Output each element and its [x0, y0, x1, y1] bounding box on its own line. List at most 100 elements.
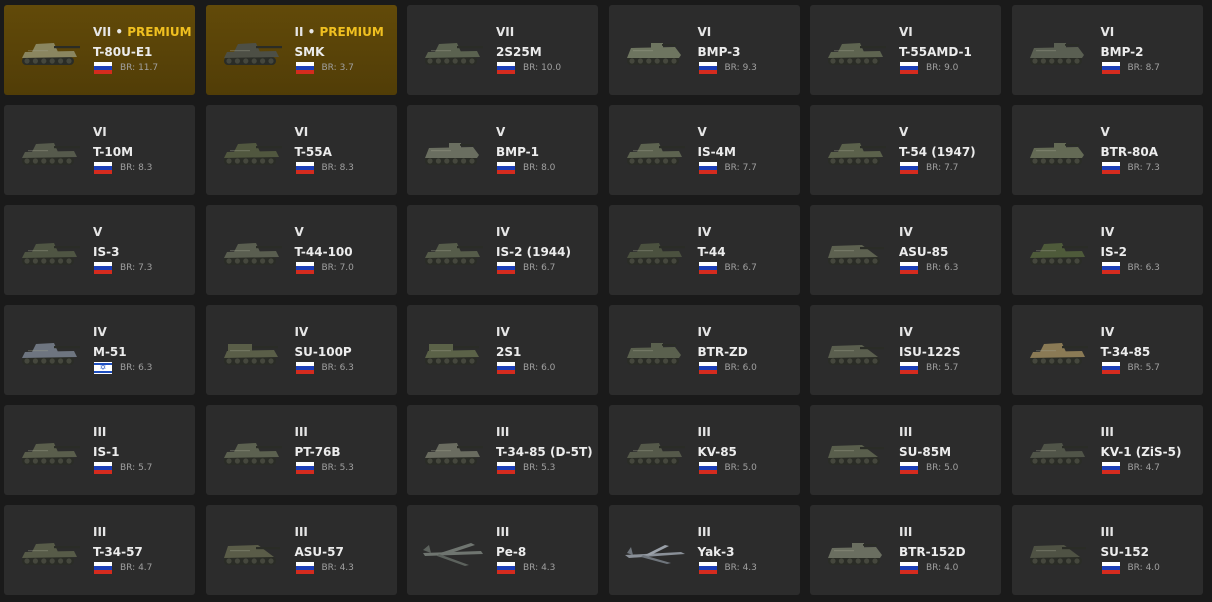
vehicle-meta: BR: 3.7: [295, 62, 395, 74]
vehicle-tier: IV: [1101, 225, 1201, 239]
vehicle-card[interactable]: IV IS-2 (1944) BR: 6.7: [407, 205, 598, 295]
br-value: 7.7: [742, 163, 757, 173]
tier-label: VI: [899, 25, 913, 39]
tank-icon: [828, 43, 886, 65]
tier-label: III: [1100, 525, 1114, 539]
br-value: 7.3: [1145, 163, 1160, 173]
vehicle-card[interactable]: VI T-55AMD-1 BR: 9.0: [810, 5, 1001, 95]
vehicle-info: IV ISU-122S BR: 5.7: [899, 325, 999, 374]
tank-destroyer-icon: [828, 245, 884, 265]
battle-rating: BR: 5.0: [725, 463, 757, 473]
vehicle-tier: III: [899, 425, 999, 439]
vehicle-card[interactable]: IV ASU-85 BR: 6.3: [810, 205, 1001, 295]
vehicle-card[interactable]: IV T-44 BR: 6.7: [608, 205, 800, 295]
br-prefix: BR:: [523, 263, 539, 273]
vehicle-tier: VI: [295, 125, 395, 139]
vehicle-card[interactable]: VI T-55A BR: 8.3: [205, 105, 397, 195]
vehicle-card[interactable]: III IS-1 BR: 5.7: [4, 405, 195, 495]
br-prefix: BR:: [523, 363, 539, 373]
vehicle-tier: IV: [295, 325, 395, 339]
vehicle-meta: BR: 11.7: [94, 62, 193, 74]
br-value: 7.7: [944, 163, 959, 173]
vehicle-info: III KV-1 (ZiS-5) BR: 4.7: [1101, 425, 1201, 474]
russia-flag-icon: [295, 162, 314, 174]
battle-rating: BR: 6.3: [120, 363, 152, 373]
tank-icon: [626, 143, 685, 165]
vehicle-name: KV-85: [697, 445, 737, 459]
vehicle-info: VI BMP-2 BR: 8.7: [1101, 25, 1201, 74]
br-value: 4.7: [1145, 463, 1160, 473]
vehicle-card[interactable]: V IS-4M BR: 7.7: [608, 105, 800, 195]
vehicle-card[interactable]: IV T-34-85 BR: 5.7: [1011, 305, 1203, 395]
vehicle-info: IV IS-2 BR: 6.3: [1101, 225, 1201, 274]
vehicle-tier: III: [1101, 425, 1201, 439]
vehicle-name: Yak-3: [697, 545, 735, 559]
tank-icon: [223, 143, 282, 165]
vehicle-info: IV T-34-85 BR: 5.7: [1101, 325, 1201, 374]
vehicle-card[interactable]: IV BTR-ZD BR: 6.0: [608, 305, 800, 395]
vehicle-tier: IV: [93, 325, 193, 339]
tier-label: VI: [294, 125, 309, 139]
vehicle-info: VI T-55AMD-1 BR: 9.0: [899, 25, 999, 74]
vehicle-card[interactable]: VI T-10M BR: 8.3: [4, 105, 195, 195]
vehicle-info: IV M-51 ✡ BR: 6.3: [93, 325, 193, 374]
br-value: 6.3: [944, 263, 959, 273]
vehicle-card[interactable]: III ASU-57 BR: 4.3: [205, 505, 397, 595]
vehicle-card[interactable]: III KV-85 BR: 5.0: [608, 405, 800, 495]
br-value: 5.0: [742, 463, 757, 473]
vehicle-card[interactable]: III T-34-85 (D-5T) BR: 5.3: [407, 405, 598, 495]
tier-label: IV: [294, 325, 309, 339]
vehicle-card[interactable]: IV ISU-122S BR: 5.7: [810, 305, 1001, 395]
tier-label: IV: [697, 325, 712, 339]
battle-rating: BR: 4.3: [725, 563, 757, 573]
vehicle-card[interactable]: VII • PREMIUM T-80U-E1 BR: 11.7: [4, 5, 195, 95]
russia-flag-icon: [94, 562, 112, 574]
vehicle-info: V T-54 (1947) BR: 7.7: [899, 125, 999, 174]
vehicle-meta: BR: 7.3: [94, 262, 193, 274]
vehicle-meta: BR: 5.0: [900, 462, 999, 474]
battle-rating: BR: 8.3: [322, 163, 354, 173]
br-prefix: BR:: [120, 63, 136, 73]
vehicle-tier: V: [295, 225, 395, 239]
russia-flag-icon: [900, 462, 918, 474]
vehicle-tier: VI: [1101, 25, 1201, 39]
ifv-icon: [1029, 43, 1084, 65]
vehicle-tier: III: [496, 425, 596, 439]
vehicle-card[interactable]: V IS-3 BR: 7.3: [4, 205, 195, 295]
vehicle-card[interactable]: III BTR-152D BR: 4.0: [810, 505, 1001, 595]
tier-separator: •: [303, 25, 320, 39]
vehicle-card[interactable]: III PT-76B BR: 5.3: [205, 405, 397, 495]
vehicle-tier: III: [93, 425, 193, 439]
vehicle-card[interactable]: III Yak-3 BR: 4.3: [608, 505, 800, 595]
br-value: 3.7: [339, 63, 354, 73]
vehicle-card[interactable]: V BMP-1 BR: 8.0: [407, 105, 598, 195]
vehicle-card[interactable]: VI BMP-2 BR: 8.7: [1011, 5, 1203, 95]
tank-icon: [1029, 343, 1088, 365]
br-value: 5.0: [944, 463, 959, 473]
vehicle-card[interactable]: IV SU-100P BR: 6.3: [205, 305, 397, 395]
vehicle-card[interactable]: III Pe-8 BR: 4.3: [407, 505, 598, 595]
vehicle-card[interactable]: III SU-85M BR: 5.0: [810, 405, 1001, 495]
vehicle-name: BMP-1: [496, 145, 540, 159]
battle-rating: BR: 7.0: [322, 263, 354, 273]
br-value: 8.3: [339, 163, 354, 173]
vehicle-card[interactable]: V T-44-100 BR: 7.0: [205, 205, 397, 295]
vehicle-card[interactable]: V BTR-80A BR: 7.3: [1011, 105, 1203, 195]
vehicle-info: VII 2S25M BR: 10.0: [496, 25, 596, 74]
tier-label: VII: [496, 25, 515, 39]
battle-rating: BR: 9.0: [926, 63, 958, 73]
vehicle-card[interactable]: VI BMP-3 BR: 9.3: [608, 5, 800, 95]
vehicle-card[interactable]: V T-54 (1947) BR: 7.7: [810, 105, 1001, 195]
vehicle-tier: IV: [1101, 325, 1201, 339]
vehicle-card[interactable]: III SU-152 BR: 4.0: [1011, 505, 1203, 595]
vehicle-card[interactable]: IV M-51 ✡ BR: 6.3: [4, 305, 195, 395]
tier-label: III: [899, 525, 913, 539]
vehicle-card[interactable]: IV IS-2 BR: 6.3: [1011, 205, 1203, 295]
vehicle-card[interactable]: III T-34-57 BR: 4.7: [4, 505, 195, 595]
vehicle-card[interactable]: II • PREMIUM SMK BR: 3.7: [205, 5, 397, 95]
vehicle-card[interactable]: VII 2S25M BR: 10.0: [407, 5, 598, 95]
vehicle-card[interactable]: IV 2S1 BR: 6.0: [407, 305, 598, 395]
russia-flag-icon: [94, 462, 112, 474]
battle-rating: BR: 5.0: [926, 463, 958, 473]
vehicle-card[interactable]: III KV-1 (ZiS-5) BR: 4.7: [1011, 405, 1203, 495]
